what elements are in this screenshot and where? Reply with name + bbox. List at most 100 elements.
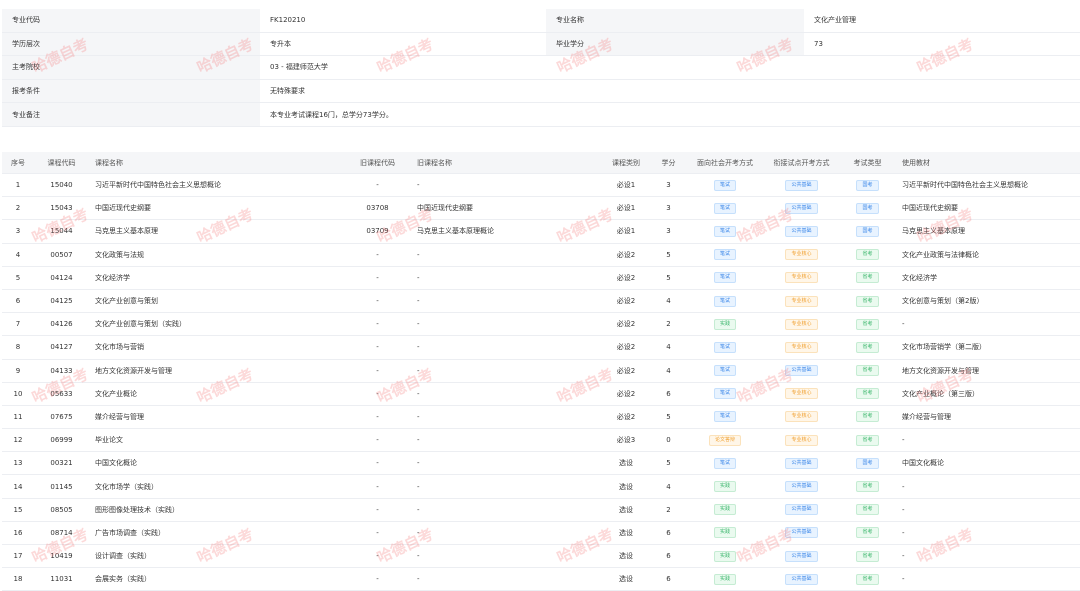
old-course-code: -	[344, 266, 411, 290]
course-name: 文化产业创意与策划	[89, 289, 344, 314]
pilot-exam-tag: 公共基础	[785, 504, 818, 516]
exam-type-tag: 省考	[856, 365, 879, 377]
row-number: 12	[2, 428, 34, 453]
exam-type-tag-cell: 省考	[839, 428, 896, 453]
exam-type-tag: 省考	[856, 481, 879, 493]
pilot-exam-tag-cell: 公共基础	[764, 544, 839, 569]
col-header: 课程类别	[601, 152, 651, 174]
col-header: 使用教材	[896, 152, 1080, 174]
major-code-value: FK120210	[270, 16, 306, 25]
table-row: 13 00321 中国文化概论 - - 选设 5 笔试 公共基础 国考 中国文化概论	[2, 451, 1080, 476]
course-name: 文化产业概论	[89, 382, 344, 406]
course-name: 马克思主义基本原理	[89, 219, 344, 244]
pilot-exam-tag-cell: 专业核心	[764, 405, 839, 430]
course-type: 必设2	[601, 335, 651, 360]
social-exam-tag-cell: 笔试	[686, 266, 764, 290]
social-exam-tag: 实践	[713, 504, 736, 516]
pilot-exam-tag-cell: 公共基础	[764, 521, 839, 546]
textbook: 文化经济学	[896, 266, 1080, 290]
pilot-exam-tag: 公共基础	[785, 365, 818, 377]
info-row-condition: 报考条件 无特殊要求	[2, 79, 1080, 104]
pilot-exam-tag: 专业核心	[785, 411, 818, 423]
exam-type-tag-cell: 国考	[839, 173, 896, 198]
pilot-exam-tag-cell: 公共基础	[764, 173, 839, 198]
pilot-exam-tag-cell: 专业核心	[764, 312, 839, 337]
exam-type-tag: 国考	[856, 202, 879, 214]
social-exam-tag-cell: 笔试	[686, 173, 764, 198]
course-code: 08714	[34, 521, 89, 546]
course-name: 文化市场与营销	[89, 335, 344, 360]
old-course-name: 中国近现代史纲要	[411, 196, 601, 221]
social-exam-tag: 实践	[713, 573, 736, 585]
pilot-exam-tag: 公共基础	[785, 225, 818, 237]
old-course-code: -	[344, 382, 411, 406]
social-exam-tag: 笔试	[713, 225, 736, 237]
course-code: 04125	[34, 289, 89, 314]
course-credit: 5	[651, 405, 686, 430]
textbook: 地方文化资源开发与管理	[896, 359, 1080, 383]
exam-type-tag: 国考	[856, 457, 879, 469]
exam-type-tag-cell: 省考	[839, 405, 896, 430]
course-code: 01145	[34, 474, 89, 499]
old-course-name: -	[411, 567, 601, 591]
old-course-code: -	[344, 544, 411, 569]
row-number: 11	[2, 405, 34, 430]
col-header: 旧课程名称	[411, 152, 601, 174]
pilot-exam-tag-cell: 专业核心	[764, 382, 839, 406]
old-course-code: -	[344, 451, 411, 476]
exam-type-tag-cell: 省考	[839, 521, 896, 546]
table-row: 4 00507 文化政策与法规 - - 必设2 5 笔试 专业核心 省考 文化产业政策与法律概论	[2, 243, 1080, 267]
table-row: 1 15040 习近平新时代中国特色社会主义思想概论 - - 必设1 3 笔试 公共基础 国考 习近…	[2, 173, 1080, 198]
major-name-label: 专业名称	[546, 9, 804, 32]
old-course-code: -	[344, 243, 411, 267]
table-row: 2 15043 中国近现代史纲要 03708 中国近现代史纲要 必设1 3 笔试 公共基础 国考中…	[2, 196, 1080, 221]
pilot-exam-tag: 专业核心	[785, 388, 818, 400]
old-course-name: 马克思主义基本原理概论	[411, 219, 601, 244]
pilot-exam-tag: 公共基础	[785, 527, 818, 539]
row-number: 13	[2, 451, 34, 476]
table-row: 3 15044 马克思主义基本原理 03709 马克思主义基本原理概论 必设1 3 笔试 公共基…	[2, 219, 1080, 244]
old-course-code: 03709	[344, 219, 411, 244]
old-course-name: -	[411, 359, 601, 383]
col-header: 考试类型	[839, 152, 896, 174]
old-course-name: -	[411, 521, 601, 546]
row-number: 15	[2, 498, 34, 522]
pilot-exam-tag-cell: 公共基础	[764, 359, 839, 383]
old-course-name: -	[411, 382, 601, 406]
course-type: 必设2	[601, 359, 651, 383]
info-row-level: 学历层次 专升本 毕业学分 73	[2, 32, 1080, 57]
course-name: 文化政策与法规	[89, 243, 344, 267]
old-course-name: -	[411, 312, 601, 337]
col-header: 面向社会开考方式	[686, 152, 764, 174]
course-type: 选设	[601, 451, 651, 476]
pilot-exam-tag: 公共基础	[785, 550, 818, 562]
course-name: 图形图像处理技术（实践）	[89, 498, 344, 522]
old-course-code: -	[344, 567, 411, 591]
pilot-exam-tag-cell: 专业核心	[764, 428, 839, 453]
exam-type-tag: 国考	[856, 179, 879, 191]
course-type: 必设2	[601, 405, 651, 430]
course-credit: 6	[651, 567, 686, 591]
course-credit: 4	[651, 359, 686, 383]
old-course-name: -	[411, 498, 601, 522]
social-exam-tag-cell: 笔试	[686, 196, 764, 221]
course-code: 15040	[34, 173, 89, 198]
pilot-exam-tag-cell: 专业核心	[764, 335, 839, 360]
major-name-value: 文化产业管理	[814, 16, 856, 25]
exam-type-tag-cell: 省考	[839, 266, 896, 290]
old-course-code: -	[344, 474, 411, 499]
old-course-name: -	[411, 335, 601, 360]
course-type: 选设	[601, 474, 651, 499]
social-exam-tag-cell: 实践	[686, 498, 764, 522]
exam-type-tag: 省考	[856, 318, 879, 330]
row-number: 3	[2, 219, 34, 244]
old-course-code: -	[344, 359, 411, 383]
old-course-name: -	[411, 243, 601, 267]
course-credit: 6	[651, 544, 686, 569]
table-row: 9 04133 地方文化资源开发与管理 - - 必设2 4 笔试 公共基础 省考 地方文化资源开发与…	[2, 359, 1080, 383]
exam-type-tag: 省考	[856, 527, 879, 539]
exam-type-tag-cell: 省考	[839, 289, 896, 314]
textbook: 马克思主义基本原理	[896, 219, 1080, 244]
old-course-name: -	[411, 173, 601, 198]
textbook: -	[896, 567, 1080, 591]
